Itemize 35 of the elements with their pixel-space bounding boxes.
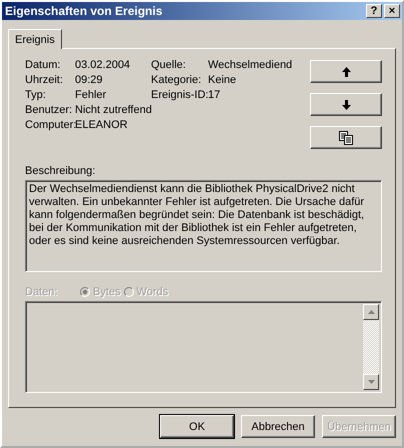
next-button[interactable] [310, 93, 382, 116]
field-value: ELEANOR [75, 119, 129, 131]
field-value: Nicht zutreffend [75, 104, 153, 116]
field-value: Keine [208, 74, 238, 86]
field-label: Quelle: [151, 59, 187, 71]
window-title: Eigenschaften von Ereignis [5, 4, 162, 18]
scroll-down-button[interactable] [363, 374, 379, 390]
tab[interactable]: Ereignis [8, 29, 62, 49]
field-value: Wechselmediend [208, 59, 292, 71]
dialog-button[interactable]: OK [160, 415, 234, 438]
down-triangle-icon [368, 380, 374, 384]
copy-button[interactable] [310, 126, 382, 149]
previous-button[interactable] [310, 60, 382, 83]
field-label: Datum: [25, 59, 62, 71]
field-value: 09:29 [75, 74, 104, 86]
field-label: Computer: [25, 119, 75, 131]
scroll-up-button[interactable] [363, 304, 379, 320]
description-label: Beschreibung: [25, 165, 96, 177]
field-label: Benutzer: [25, 104, 74, 116]
copy-icon [339, 130, 353, 144]
dialog-button[interactable]: Abbrechen [241, 415, 315, 438]
close-button[interactable]: × [384, 4, 400, 18]
field-label: Typ: [25, 89, 47, 101]
description-box: Der Wechselmediendienst kann die Bibliothek PhysicalDrive2 nicht verwalten. Ein unbekannter Fehler ist aufgetreten. Die Ursache dafür kann folgendermaßen begründet sein: Die Datenbank ist beschädigt, bei der Kommunikation mit der Bibliothek ist ein Fehler aufgetreten, oder es sind keine ausreichenden Systemressourcen verfügbar. [25, 180, 382, 272]
field-value: Fehler [75, 89, 108, 101]
field-value: 03.02.2004 [75, 59, 132, 71]
field-value: 17 [208, 89, 222, 101]
field-label: Ereignis-ID: [151, 89, 208, 101]
scrollbar[interactable] [363, 304, 379, 390]
up-arrow-icon [342, 66, 350, 76]
help-button[interactable]: ? [366, 4, 382, 18]
down-arrow-icon [342, 100, 350, 110]
field-label: Uhrzeit: [25, 74, 64, 86]
up-triangle-icon [368, 310, 374, 314]
field-label: Kategorie: [151, 74, 202, 86]
